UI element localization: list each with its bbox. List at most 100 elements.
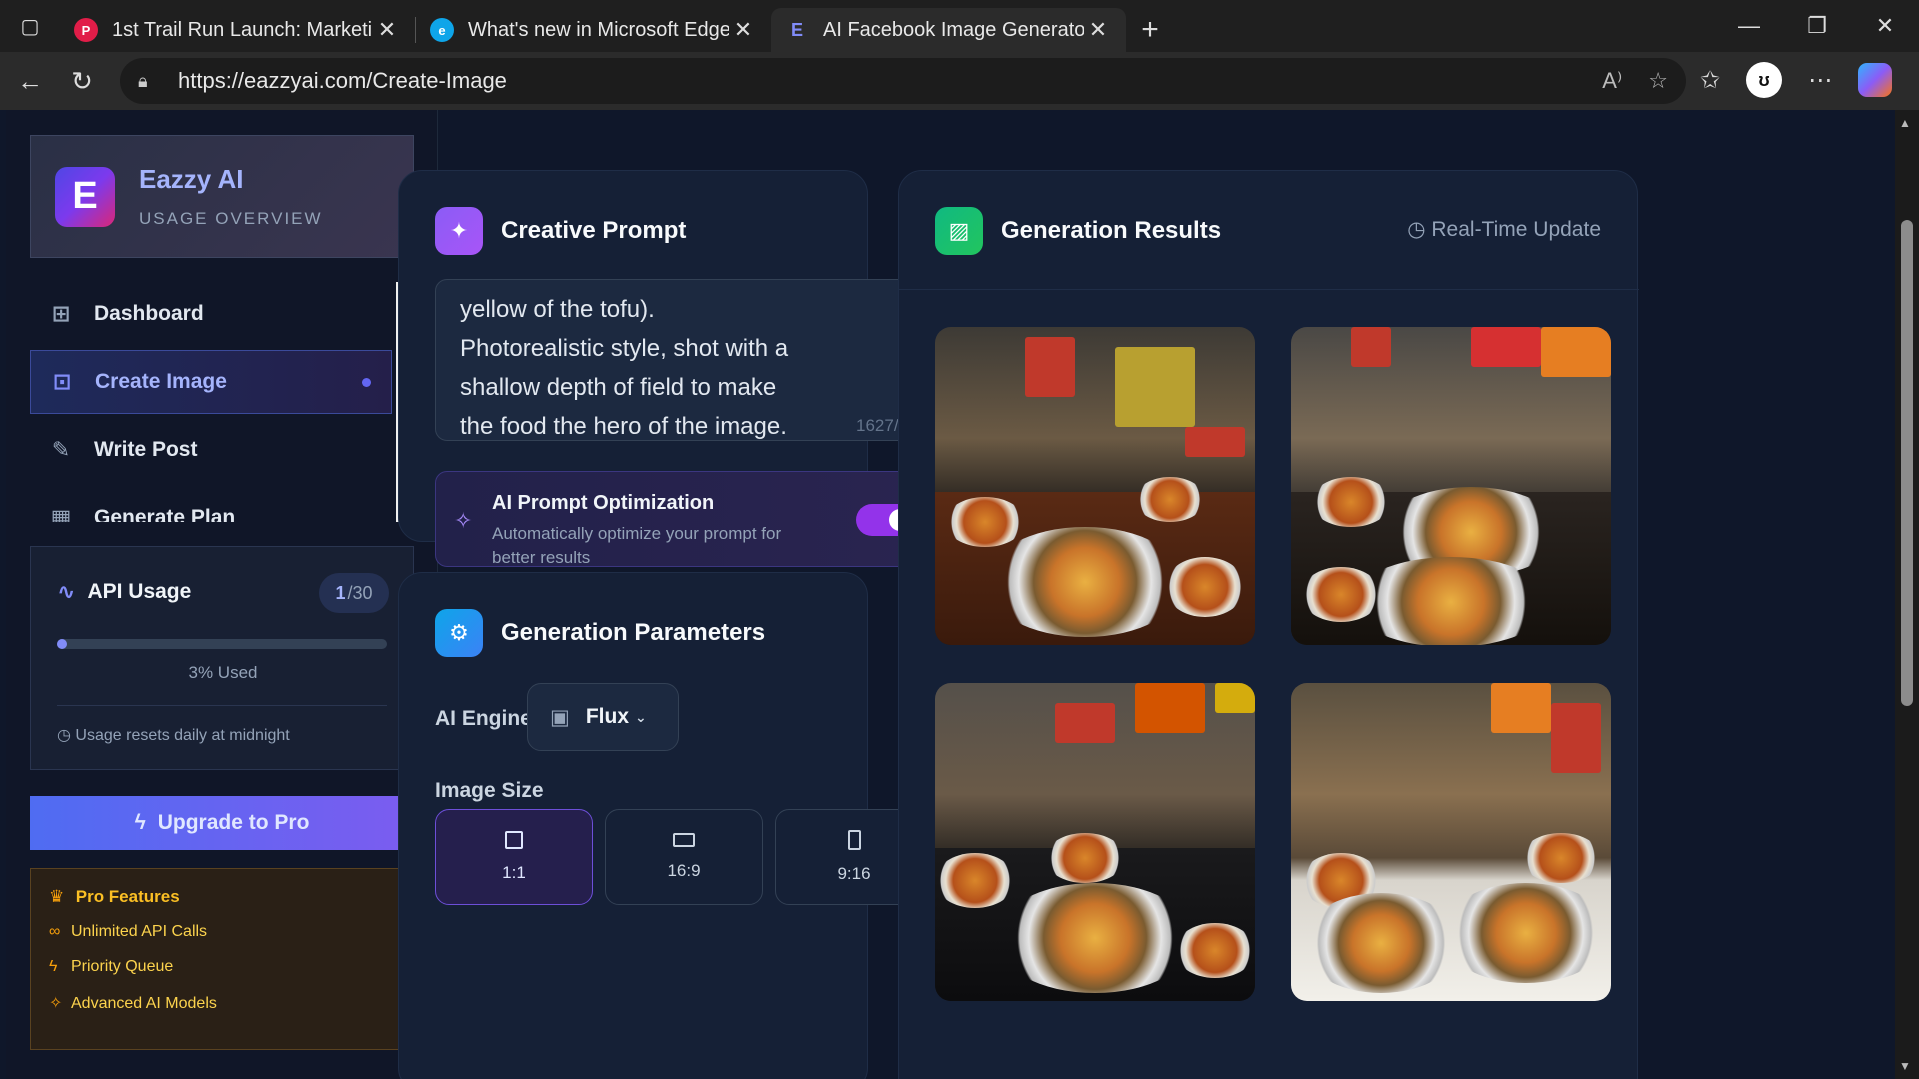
api-used-count: 1 bbox=[335, 582, 346, 603]
ai-engine-select[interactable]: ▣ Flux ⌄ bbox=[527, 683, 679, 751]
scroll-down-icon[interactable]: ▼ bbox=[1899, 1059, 1911, 1073]
size-option-1-1[interactable]: 1:1 bbox=[435, 809, 593, 905]
optimization-description: Automatically optimize your prompt for b… bbox=[492, 524, 782, 567]
sidebar-item-write-post[interactable]: ✎ Write Post bbox=[30, 418, 392, 482]
refresh-icon[interactable]: ↻ bbox=[56, 66, 108, 97]
food-bowl bbox=[1045, 833, 1125, 883]
close-window-icon[interactable]: ✕ bbox=[1851, 13, 1919, 39]
image-icon: ▨ bbox=[935, 207, 983, 255]
tab-favicon: e bbox=[430, 18, 454, 42]
size-label: 16:9 bbox=[667, 861, 701, 880]
generated-image-2[interactable] bbox=[1291, 327, 1611, 645]
portrait-icon bbox=[847, 830, 861, 850]
prompt-line: shallow depth of field to make bbox=[460, 374, 777, 401]
favorite-star-icon[interactable]: ☆ bbox=[1648, 68, 1668, 94]
image-plus-icon: ⊡ bbox=[52, 369, 72, 394]
pro-feature-item: ϟ Priority Queue bbox=[49, 958, 413, 976]
food-bowl bbox=[935, 853, 1015, 908]
activity-icon: ∿ bbox=[57, 579, 76, 604]
food-bowl bbox=[1301, 567, 1381, 622]
sparkle-icon: ✧ bbox=[454, 508, 473, 533]
window-controls: — ❐ ✕ bbox=[1715, 0, 1919, 52]
card-title: Creative Prompt bbox=[501, 217, 687, 244]
back-icon[interactable]: ← bbox=[4, 66, 56, 97]
sparkles-icon: ✧ bbox=[49, 995, 63, 1012]
restore-icon[interactable]: ❐ bbox=[1783, 13, 1851, 39]
read-aloud-icon[interactable]: A⁾ bbox=[1602, 68, 1622, 94]
tab-3-active[interactable]: E AI Facebook Image Generator | Cr ✕ bbox=[771, 8, 1126, 52]
sidebar-item-label: Dashboard bbox=[94, 302, 204, 325]
tofu-plate bbox=[1351, 557, 1551, 645]
street-sign bbox=[1025, 337, 1075, 397]
new-tab-icon[interactable]: + bbox=[1126, 8, 1174, 52]
active-indicator bbox=[362, 377, 371, 387]
tab-2[interactable]: e What's new in Microsoft Edge ✕ bbox=[416, 8, 771, 52]
close-tab-icon[interactable]: ✕ bbox=[373, 17, 401, 43]
close-tab-icon[interactable]: ✕ bbox=[729, 17, 757, 43]
size-label: 1:1 bbox=[502, 863, 526, 882]
divider bbox=[899, 289, 1639, 290]
usage-percent-text: 3% Used bbox=[188, 663, 258, 682]
generation-results-card: ▨ Generation Results ◷ Real-Time Update bbox=[898, 170, 1639, 1079]
card-header: ▨ Generation Results bbox=[935, 207, 1221, 255]
tab-title: What's new in Microsoft Edge bbox=[468, 18, 729, 41]
calendar-icon: ▦ bbox=[50, 505, 72, 522]
sidebar-item-dashboard[interactable]: ⊞ Dashboard bbox=[30, 282, 392, 346]
scrollbar-thumb[interactable] bbox=[1901, 220, 1913, 706]
lock-icon: 🔒︎ bbox=[138, 70, 148, 91]
tab-actions-icon[interactable]: ▢ bbox=[0, 0, 60, 52]
sidebar-item-label: Create Image bbox=[95, 370, 227, 393]
food-bowl bbox=[1311, 477, 1391, 527]
street-sign bbox=[1055, 703, 1115, 743]
pro-feature-item: ✧ Advanced AI Models bbox=[49, 993, 413, 1013]
carrot-plate bbox=[1301, 893, 1461, 993]
prompt-textarea[interactable]: yellow of the tofu). Photorealistic styl… bbox=[435, 279, 939, 441]
minimize-icon[interactable]: — bbox=[1715, 13, 1783, 39]
api-count-badge: 1 /30 bbox=[319, 573, 389, 613]
street-sign bbox=[1135, 683, 1205, 733]
profile-avatar[interactable]: ʊ bbox=[1746, 62, 1783, 98]
address-bar[interactable]: 🔒︎ https://eazzyai.com/Create-Image A⁾ ☆ bbox=[120, 58, 1686, 104]
generated-image-3[interactable] bbox=[935, 683, 1255, 1001]
tab-title: 1st Trail Run Launch: Marketing Pl bbox=[112, 18, 373, 41]
tab-1[interactable]: P 1st Trail Run Launch: Marketing Pl ✕ bbox=[60, 8, 415, 52]
size-option-16-9[interactable]: 16:9 bbox=[605, 809, 763, 905]
image-size-label: Image Size bbox=[435, 779, 544, 802]
street-sign bbox=[1491, 683, 1551, 733]
grid-icon: ⊞ bbox=[51, 301, 71, 326]
prompt-line: the food the hero of the image. bbox=[460, 413, 787, 440]
engine-value: Flux bbox=[585, 705, 630, 728]
pro-title-text: Pro Features bbox=[75, 887, 180, 906]
pro-feature-label: Unlimited API Calls bbox=[71, 923, 208, 940]
generated-image-1[interactable] bbox=[935, 327, 1255, 645]
food-bowl bbox=[945, 497, 1025, 547]
sidebar-item-create-image[interactable]: ⊡ Create Image bbox=[30, 350, 392, 414]
reset-text: Usage resets daily at midnight bbox=[75, 727, 290, 744]
pro-feature-label: Advanced AI Models bbox=[71, 995, 217, 1012]
street-sign bbox=[1351, 327, 1391, 367]
close-tab-icon[interactable]: ✕ bbox=[1084, 17, 1112, 43]
page-scrollbar[interactable]: ▲ ▼ bbox=[1895, 110, 1919, 1079]
sidebar-item-generate-plan[interactable]: ▦ Generate Plan bbox=[30, 486, 392, 522]
api-usage-label: API Usage bbox=[87, 580, 192, 603]
usage-reset-note: ◷ Usage resets daily at midnight bbox=[57, 725, 290, 745]
scroll-up-icon[interactable]: ▲ bbox=[1899, 116, 1911, 130]
tab-title: AI Facebook Image Generator | Cr bbox=[823, 18, 1084, 41]
prompt-line: yellow of the tofu). bbox=[460, 296, 655, 323]
favorites-icon[interactable]: ✩ bbox=[1700, 66, 1720, 95]
square-icon bbox=[505, 831, 523, 849]
url-text: https://eazzyai.com/Create-Image bbox=[178, 68, 507, 93]
tab-favicon: P bbox=[74, 18, 98, 42]
generated-image-4[interactable] bbox=[1291, 683, 1611, 1001]
sidebar-nav: ⊞ Dashboard ⊡ Create Image ✎ Write Post … bbox=[30, 282, 392, 522]
brand-subtitle: USAGE OVERVIEW bbox=[139, 209, 323, 228]
street-sign bbox=[1541, 327, 1611, 377]
upgrade-button[interactable]: ϟ Upgrade to Pro bbox=[30, 796, 414, 850]
page-viewport: E Eazzy AI USAGE OVERVIEW ⊞ Dashboard ⊡ … bbox=[6, 110, 1895, 1079]
usage-progress-bar bbox=[57, 639, 387, 649]
more-icon[interactable]: ⋯ bbox=[1808, 66, 1832, 95]
lightning-icon: ϟ bbox=[49, 958, 58, 975]
upgrade-label: Upgrade to Pro bbox=[157, 811, 310, 834]
copilot-icon[interactable] bbox=[1858, 63, 1893, 97]
sidebar-item-label: Generate Plan bbox=[94, 506, 236, 522]
